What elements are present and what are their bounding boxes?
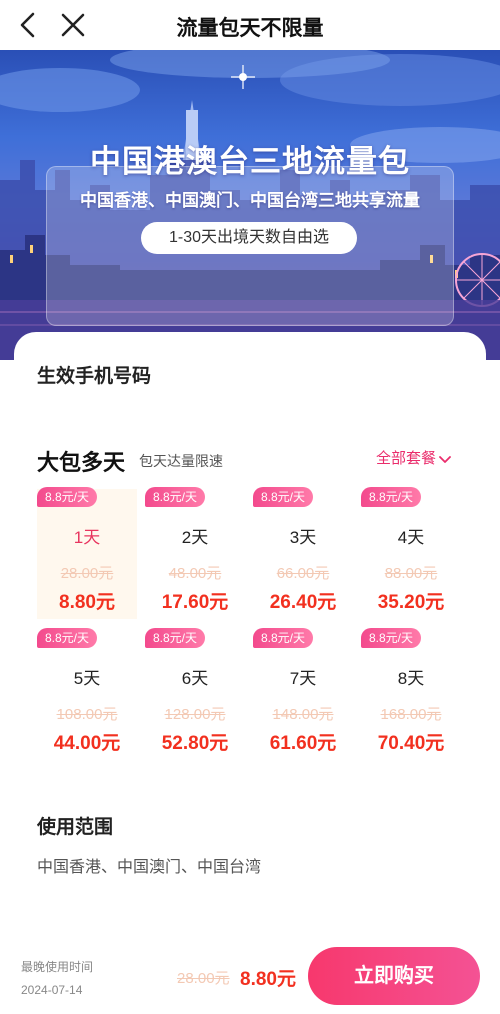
package-original-price: 48.00元: [168, 565, 222, 582]
deadline-date: 2024-07-14: [21, 983, 83, 997]
package-option-5[interactable]: 8.8元/天 5天 108.00元 44.00元: [37, 628, 137, 760]
package-badge: 8.8元/天: [145, 487, 206, 507]
package-price: 61.60元: [269, 733, 337, 754]
package-option-6[interactable]: 8.8元/天 6天 128.00元 52.80元: [145, 628, 245, 760]
package-days: 1天: [73, 528, 101, 547]
package-price: 44.00元: [53, 733, 121, 754]
top-nav-bar: 流量包天不限量: [0, 0, 500, 50]
package-original-price: 66.00元: [276, 565, 330, 582]
section-subtitle: 包天达量限速: [139, 453, 223, 469]
package-badge: 8.8元/天: [361, 628, 422, 648]
section-title: 大包多天: [37, 450, 126, 475]
banner-days-pill: 1-30天出境天数自由选: [141, 222, 357, 254]
package-price: 35.20元: [377, 592, 445, 613]
package-original-price: 168.00元: [380, 706, 442, 723]
package-days: 8天: [397, 669, 425, 688]
package-price: 70.40元: [377, 733, 445, 754]
buy-now-button[interactable]: 立即购买: [308, 947, 480, 1005]
package-days: 4天: [397, 528, 425, 547]
usage-text: 中国香港、中国澳门、中国台湾: [37, 859, 262, 876]
package-option-3[interactable]: 8.8元/天 3天 66.00元 26.40元: [253, 487, 353, 619]
package-price: 26.40元: [269, 592, 337, 613]
package-original-price: 148.00元: [272, 706, 334, 723]
banner-subtitle: 中国香港、中国澳门、中国台湾三地共享流量: [80, 191, 420, 210]
package-option-7[interactable]: 8.8元/天 7天 148.00元 61.60元: [253, 628, 353, 760]
package-badge: 8.8元/天: [361, 487, 422, 507]
package-original-price: 28.00元: [60, 565, 114, 582]
package-badge: 8.8元/天: [37, 628, 98, 648]
package-days: 5天: [73, 669, 101, 688]
package-option-2[interactable]: 8.8元/天 2天 48.00元 17.60元: [145, 487, 245, 619]
package-badge: 8.8元/天: [145, 628, 206, 648]
package-badge: 8.8元/天: [253, 487, 314, 507]
package-original-price: 88.00元: [384, 565, 438, 582]
package-option-8[interactable]: 8.8元/天 8天 168.00元 70.40元: [361, 628, 461, 760]
page-title: 流量包天不限量: [176, 17, 324, 40]
package-badge: 8.8元/天: [37, 487, 98, 507]
package-days: 3天: [289, 528, 317, 547]
package-original-price: 108.00元: [56, 706, 118, 723]
package-option-1[interactable]: 8.8元/天 1天 28.00元 8.80元: [37, 487, 137, 619]
footer-price: 8.80元: [240, 969, 296, 990]
all-packages-label: 全部套餐: [376, 450, 437, 467]
package-price: 8.80元: [59, 592, 115, 613]
phone-number-label: 生效手机号码: [37, 366, 152, 387]
package-price: 17.60元: [161, 592, 229, 613]
deadline-label: 最晚使用时间: [21, 960, 94, 974]
package-days: 6天: [181, 669, 209, 688]
package-original-price: 128.00元: [164, 706, 226, 723]
package-days: 7天: [289, 669, 317, 688]
package-option-4[interactable]: 8.8元/天 4天 88.00元 35.20元: [361, 487, 461, 619]
footer-original-price: 28.00元: [177, 970, 230, 987]
package-price: 52.80元: [161, 733, 229, 754]
usage-title: 使用范围: [37, 817, 114, 838]
package-days: 2天: [181, 528, 209, 547]
all-packages-link[interactable]: 全部套餐: [376, 447, 451, 468]
package-badge: 8.8元/天: [253, 628, 314, 648]
banner-title: 中国港澳台三地流量包: [90, 144, 410, 179]
chevron-down-icon: [439, 453, 451, 465]
